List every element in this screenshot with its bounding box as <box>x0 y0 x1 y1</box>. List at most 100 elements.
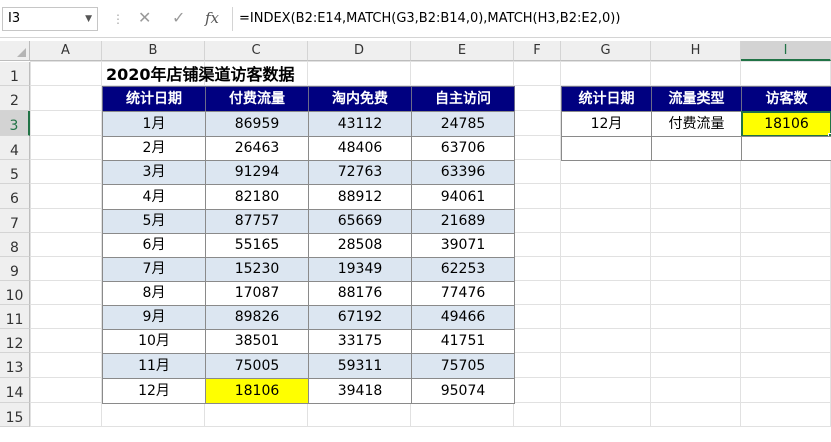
row-header-11[interactable]: 11 <box>0 305 30 329</box>
value-cell[interactable]: 59311 <box>308 353 412 379</box>
column-header-h[interactable]: H <box>651 41 741 61</box>
column-header-d[interactable]: D <box>308 41 411 61</box>
value-cell[interactable]: 89826 <box>205 305 309 330</box>
lookup-header-cell[interactable]: 流量类型 <box>651 86 742 112</box>
month-cell[interactable]: 7月 <box>102 257 206 282</box>
lookup-input-cell[interactable]: 付费流量 <box>651 111 742 137</box>
value-cell[interactable]: 39071 <box>411 233 515 258</box>
value-cell[interactable]: 72763 <box>308 160 412 185</box>
lookup-empty-cell[interactable] <box>651 136 742 161</box>
column-header-b[interactable]: B <box>102 41 205 61</box>
column-header-g[interactable]: G <box>561 41 651 61</box>
value-cell[interactable]: 63396 <box>411 160 515 185</box>
value-cell[interactable]: 21689 <box>411 209 515 234</box>
sheet-title: 2020年店铺渠道访客数据 <box>106 65 295 84</box>
value-cell[interactable]: 82180 <box>205 184 309 210</box>
value-cell[interactable]: 63706 <box>411 136 515 161</box>
month-cell[interactable]: 12月 <box>102 378 206 404</box>
enter-icon[interactable]: ✓ <box>172 8 185 28</box>
row-header-9[interactable]: 9 <box>0 257 30 281</box>
lookup-input-cell[interactable]: 12月 <box>561 111 652 137</box>
value-cell[interactable]: 43112 <box>308 111 412 137</box>
value-cell[interactable]: 24785 <box>411 111 515 137</box>
month-cell[interactable]: 2月 <box>102 136 206 161</box>
value-cell[interactable]: 95074 <box>411 378 515 404</box>
lookup-empty-cell[interactable] <box>741 136 831 161</box>
row-header-6[interactable]: 6 <box>0 184 30 209</box>
chevron-down-icon[interactable]: ▼ <box>85 8 92 30</box>
formula-input[interactable]: =INDEX(B2:E14,MATCH(G3,B2:B14,0),MATCH(H… <box>232 7 831 31</box>
month-cell[interactable]: 9月 <box>102 305 206 330</box>
value-cell[interactable]: 55165 <box>205 233 309 258</box>
month-cell[interactable]: 10月 <box>102 329 206 354</box>
row-header-1[interactable]: 1 <box>0 62 30 86</box>
value-cell[interactable]: 67192 <box>308 305 412 330</box>
value-cell[interactable]: 38501 <box>205 329 309 354</box>
month-cell[interactable]: 8月 <box>102 281 206 306</box>
value-cell[interactable]: 17087 <box>205 281 309 306</box>
table-header-cell[interactable]: 自主访问 <box>411 86 515 112</box>
row-header-5[interactable]: 5 <box>0 160 30 184</box>
value-cell[interactable]: 88912 <box>308 184 412 210</box>
value-cell[interactable]: 75705 <box>411 353 515 379</box>
value-cell[interactable]: 19349 <box>308 257 412 282</box>
value-cell[interactable]: 18106 <box>205 378 309 404</box>
value-cell[interactable]: 26463 <box>205 136 309 161</box>
column-header-c[interactable]: C <box>205 41 308 61</box>
row-header-3[interactable]: 3 <box>0 111 30 136</box>
formula-bar-separator: ⋮ <box>112 12 124 26</box>
gridline-horizontal <box>30 426 831 427</box>
value-cell[interactable]: 28508 <box>308 233 412 258</box>
table-header-cell[interactable]: 付费流量 <box>205 86 309 112</box>
month-cell[interactable]: 11月 <box>102 353 206 379</box>
value-cell[interactable]: 33175 <box>308 329 412 354</box>
month-cell[interactable]: 3月 <box>102 160 206 185</box>
value-cell[interactable]: 77476 <box>411 281 515 306</box>
row-header-15[interactable]: 15 <box>0 403 30 427</box>
lookup-result-cell[interactable]: 18106 <box>741 111 831 137</box>
row-header-12[interactable]: 12 <box>0 329 30 353</box>
month-cell[interactable]: 6月 <box>102 233 206 258</box>
value-cell[interactable]: 49466 <box>411 305 515 330</box>
gridline-horizontal <box>30 61 831 62</box>
value-cell[interactable]: 65669 <box>308 209 412 234</box>
value-cell[interactable]: 75005 <box>205 353 309 379</box>
name-box[interactable]: I3 ▼ <box>2 7 98 31</box>
name-box-value: I3 <box>8 11 21 26</box>
row-header-13[interactable]: 13 <box>0 353 30 378</box>
month-cell[interactable]: 4月 <box>102 184 206 210</box>
value-cell[interactable]: 41751 <box>411 329 515 354</box>
value-cell[interactable]: 86959 <box>205 111 309 137</box>
value-cell[interactable]: 15230 <box>205 257 309 282</box>
value-cell[interactable]: 48406 <box>308 136 412 161</box>
month-cell[interactable]: 5月 <box>102 209 206 234</box>
lookup-header-cell[interactable]: 访客数 <box>741 86 831 112</box>
table-header-cell[interactable]: 淘内免费 <box>308 86 412 112</box>
value-cell[interactable]: 87757 <box>205 209 309 234</box>
row-header-14[interactable]: 14 <box>0 378 30 403</box>
row-header-8[interactable]: 8 <box>0 233 30 257</box>
formula-bar: I3 ▼ ⋮ ✕ ✓ fx =INDEX(B2:E14,MATCH(G3,B2:… <box>0 0 831 38</box>
column-header-i[interactable]: I <box>741 41 831 61</box>
value-cell[interactable]: 94061 <box>411 184 515 210</box>
row-header-2[interactable]: 2 <box>0 86 30 111</box>
row-header-4[interactable]: 4 <box>0 136 30 160</box>
insert-function-icon[interactable]: fx <box>205 8 219 28</box>
gridline-vertical <box>30 62 31 427</box>
row-header-7[interactable]: 7 <box>0 209 30 233</box>
table-header-cell[interactable]: 统计日期 <box>102 86 206 112</box>
select-all-corner[interactable] <box>0 41 30 61</box>
cancel-icon[interactable]: ✕ <box>138 8 151 28</box>
select-all-icon <box>17 48 26 57</box>
month-cell[interactable]: 1月 <box>102 111 206 137</box>
column-header-e[interactable]: E <box>411 41 514 61</box>
value-cell[interactable]: 39418 <box>308 378 412 404</box>
value-cell[interactable]: 88176 <box>308 281 412 306</box>
lookup-empty-cell[interactable] <box>561 136 652 161</box>
column-header-a[interactable]: A <box>30 41 102 61</box>
column-header-f[interactable]: F <box>514 41 561 61</box>
value-cell[interactable]: 62253 <box>411 257 515 282</box>
value-cell[interactable]: 91294 <box>205 160 309 185</box>
lookup-header-cell[interactable]: 统计日期 <box>561 86 652 112</box>
row-header-10[interactable]: 10 <box>0 281 30 305</box>
